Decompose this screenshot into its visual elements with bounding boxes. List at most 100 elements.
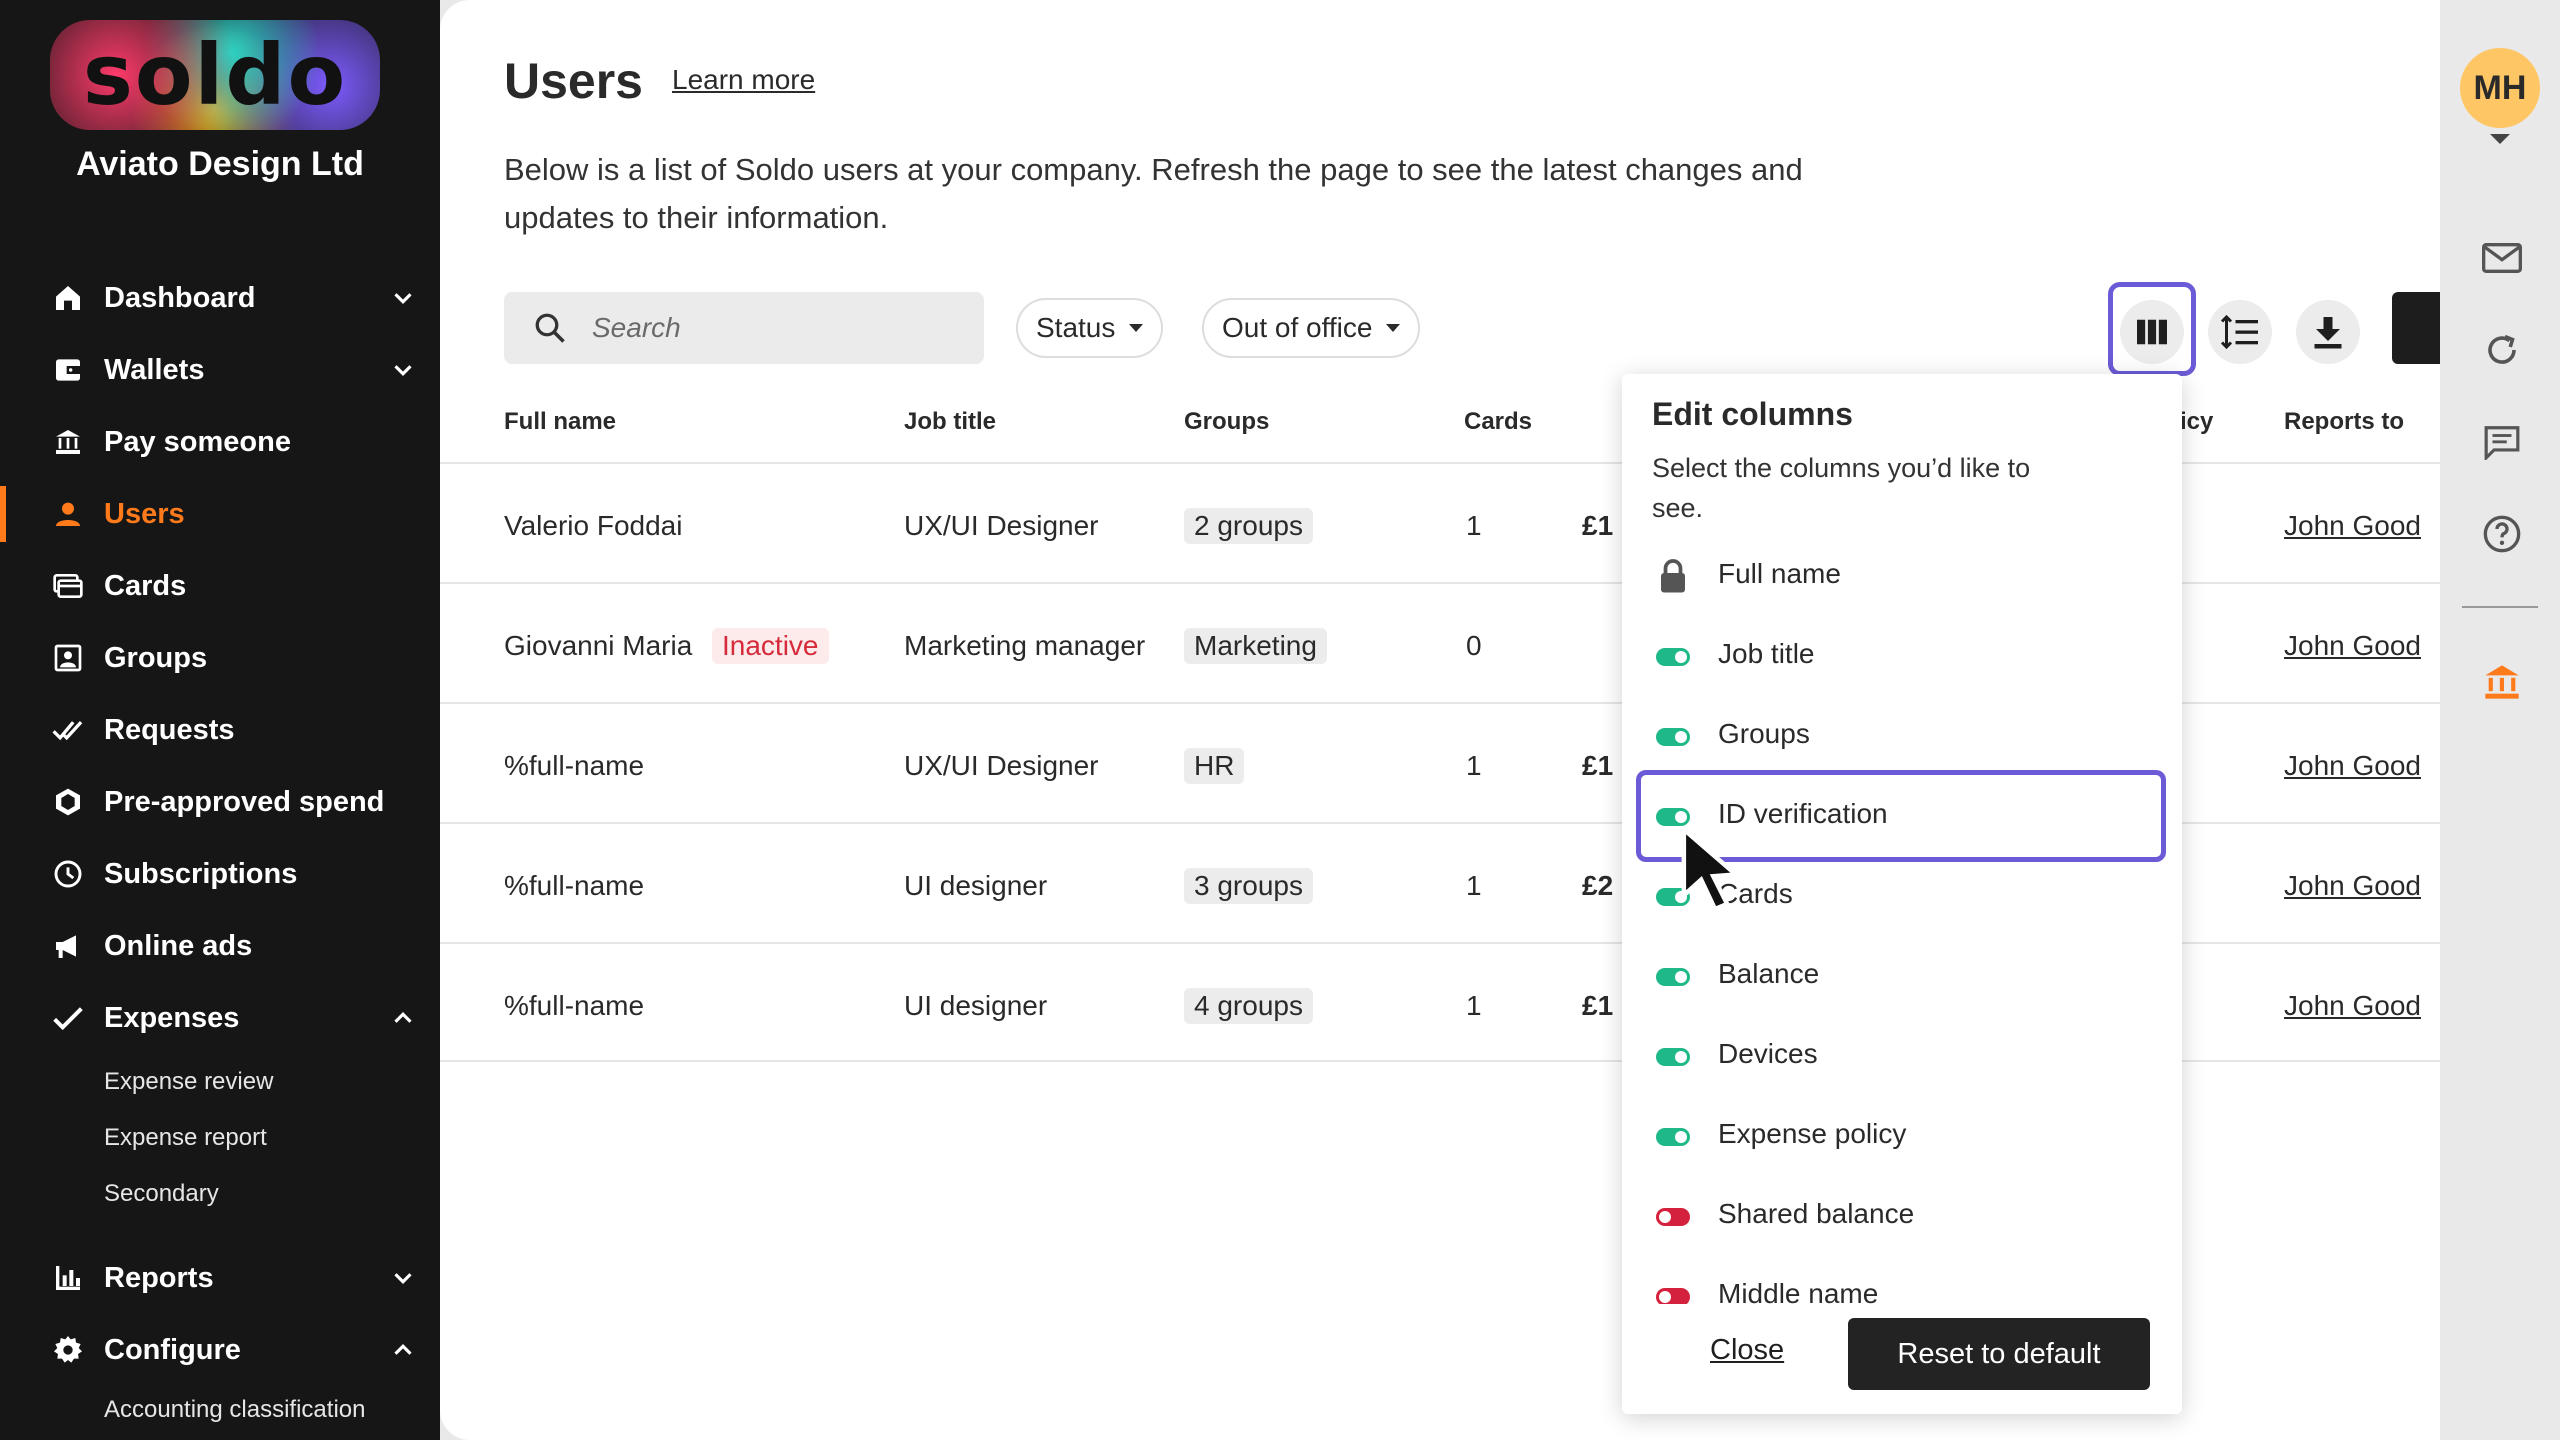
cell-job-title: Marketing manager [904,630,1146,661]
column-option-shared-balance[interactable]: Shared balance [1622,1188,2182,1248]
search-icon [535,313,565,343]
download-icon [2314,317,2342,349]
learn-more-link[interactable]: Learn more [672,64,815,96]
clock-icon [50,856,86,892]
sidebar-item-label: Pre-approved spend [104,785,385,818]
column-option-balance[interactable]: Balance [1622,948,2182,1008]
toggle-switch[interactable] [1656,1048,1690,1066]
caret-down-icon[interactable] [2490,134,2510,144]
sidebar-item-users[interactable]: Users [0,486,440,542]
search-box[interactable] [504,292,984,364]
cell-reports-to-link[interactable]: John Good [2284,510,2421,542]
chevron-down-icon[interactable] [388,355,418,385]
chevron-up-icon[interactable] [388,1003,418,1033]
column-header-expense-policy[interactable]: icy [2180,408,2213,436]
column-option-devices[interactable]: Devices [1622,1028,2182,1088]
caret-down-icon [1129,324,1144,332]
cell-reports-to-link[interactable]: John Good [2284,870,2421,902]
column-option-expense-policy[interactable]: Expense policy [1622,1108,2182,1168]
refresh-icon[interactable] [2480,328,2524,372]
page-title: Users [504,53,643,109]
sidebar-item-pre-approved-spend[interactable]: Pre-approved spend [0,774,440,830]
column-option-label: Devices [1718,1038,1818,1069]
cell-reports-to-link[interactable]: John Good [2284,990,2421,1022]
sidebar-item-label: Reports [104,1261,214,1294]
status-filter[interactable]: Status [1016,298,1164,358]
column-option-label: Shared balance [1718,1198,1915,1229]
search-input[interactable] [592,308,952,348]
check-icon [50,1000,86,1036]
column-option-job-title[interactable]: Job title [1622,628,2182,688]
cell-job-title: UX/UI Designer [904,510,1099,541]
column-header-groups[interactable]: Groups [1184,408,1269,436]
sidebar-item-groups[interactable]: Groups [0,630,440,686]
bank-icon[interactable] [2480,660,2524,704]
toggle-switch[interactable] [1656,1208,1690,1226]
status-filter-label: Status [1036,312,1116,343]
user-icon [50,496,86,532]
column-header-job-title[interactable]: Job title [904,408,996,436]
toggle-switch[interactable] [1656,648,1690,666]
download-button[interactable] [2296,300,2360,364]
mail-icon[interactable] [2480,236,2524,280]
cell-job-title: UX/UI Designer [904,750,1099,781]
cell-groups-tag: HR [1184,748,1245,784]
sidebar-item-pay-someone[interactable]: Pay someone [0,414,440,470]
sidebar-item-label: Cards [104,569,187,602]
sidebar-item-label: Groups [104,641,208,674]
sidebar-item-label: Requests [104,713,235,746]
sidebar-item-configure[interactable]: Configure [0,1322,440,1378]
out-of-office-filter[interactable]: Out of office [1202,298,1421,358]
avatar[interactable]: MH [2460,48,2540,128]
sidebar-subitem-expense-report[interactable]: Expense report [104,1124,267,1152]
toggle-switch[interactable] [1656,728,1690,746]
sidebar-item-label: Subscriptions [104,857,298,890]
sidebar-item-wallets[interactable]: Wallets [0,342,440,398]
sidebar-item-reports[interactable]: Reports [0,1250,440,1306]
toggle-switch[interactable] [1656,1128,1690,1146]
sidebar-item-requests[interactable]: Requests [0,702,440,758]
cell-reports-to-link[interactable]: John Good [2284,750,2421,782]
toggle-switch[interactable] [1656,968,1690,986]
sidebar-item-label: Online ads [104,929,253,962]
column-header-cards[interactable]: Cards [1464,408,1532,436]
sidebar-item-dashboard[interactable]: Dashboard [0,270,440,326]
chevron-down-icon[interactable] [388,283,418,313]
cell-cards: 1 [1466,990,1482,1021]
sidebar-subitem-accounting-classification[interactable]: Accounting classification [104,1396,365,1424]
help-icon[interactable] [2480,512,2524,556]
sidebar-item-label: Users [104,497,185,530]
cell-balance: £1 [1582,510,1614,541]
chat-icon[interactable] [2480,420,2524,464]
cell-full-name: %full-name [504,750,645,781]
toggle-switch[interactable] [1656,808,1690,826]
chevron-down-icon[interactable] [388,1263,418,1293]
soldo-logo[interactable]: soldo [50,20,380,130]
sidebar-item-subscriptions[interactable]: Subscriptions [0,846,440,902]
column-option-label: Full name [1718,558,1841,589]
column-header-reports-to[interactable]: Reports to [2284,408,2404,436]
sidebar-item-label: Pay someone [104,425,291,458]
sidebar-subitem-expense-review[interactable]: Expense review [104,1068,273,1096]
column-option-groups[interactable]: Groups [1622,708,2182,768]
sidebar-item-cards[interactable]: Cards [0,558,440,614]
sidebar-item-online-ads[interactable]: Online ads [0,918,440,974]
sidebar: soldo Aviato Design Ltd Dashboard Wallet… [0,0,440,1440]
popover-footer: Close Reset to default [1622,1304,2182,1414]
column-option-label: Expense policy [1718,1118,1907,1149]
line-height-icon [2220,314,2258,350]
caret-down-icon [1386,324,1401,332]
primary-action-button[interactable] [2392,292,2440,364]
close-button[interactable]: Close [1710,1334,1784,1367]
chevron-up-icon[interactable] [388,1335,418,1365]
out-of-office-filter-label: Out of office [1222,312,1373,343]
company-name: Aviato Design Ltd [76,145,364,183]
edit-columns-button[interactable] [2120,300,2184,364]
row-density-button[interactable] [2208,300,2272,364]
column-header-full-name[interactable]: Full name [504,408,616,436]
reset-to-default-button[interactable]: Reset to default [1848,1318,2150,1390]
sidebar-subitem-secondary[interactable]: Secondary [104,1180,219,1208]
cell-reports-to-link[interactable]: John Good [2284,630,2421,662]
sidebar-item-expenses[interactable]: Expenses [0,990,440,1046]
groups-icon [50,640,86,676]
